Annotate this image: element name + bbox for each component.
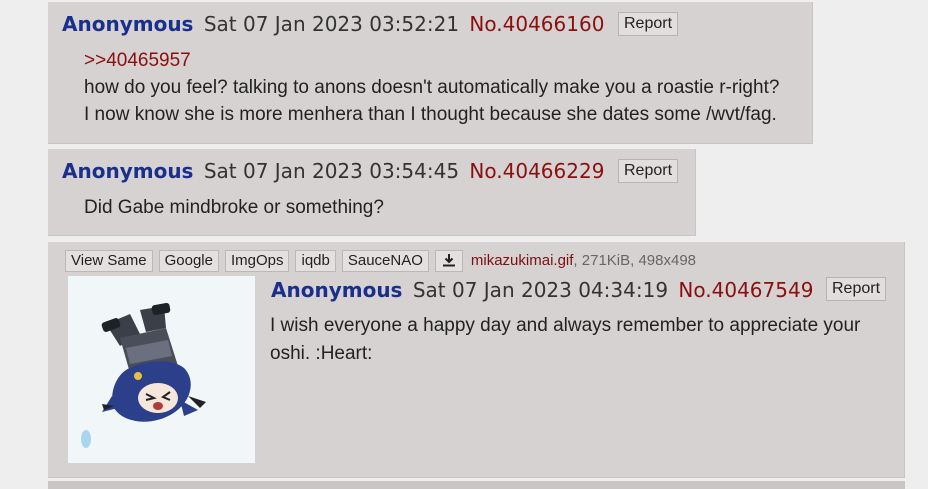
post-text-line: I now know she is more menhera than I th… <box>84 104 777 125</box>
post-number-link[interactable]: No.40467549 <box>678 278 813 302</box>
report-button[interactable]: Report <box>618 159 679 183</box>
post-body: Did Gabe mindbroke or something? <box>84 194 384 221</box>
file-thumbnail[interactable] <box>68 276 255 463</box>
post-body: >>40465957 how do you feel? talking to a… <box>84 47 779 128</box>
google-search-button[interactable]: Google <box>158 250 219 272</box>
post-header: Anonymous Sat 07 Jan 2023 03:54:45 No.40… <box>62 159 604 183</box>
file-toolbar: View Same Google ImgOps iqdb SauceNAO mikazuk… <box>65 250 696 272</box>
post-text-line: I wish everyone a happy day and always r… <box>270 315 861 364</box>
post-date: Sat 07 Jan 2023 04:34:19 <box>412 278 669 302</box>
post-header: Anonymous Sat 07 Jan 2023 04:34:19 No.40… <box>271 278 813 302</box>
file-name-link[interactable]: mikazukimai.gif <box>471 252 574 269</box>
report-button[interactable]: Report <box>618 12 679 36</box>
view-same-button[interactable]: View Same <box>65 250 153 272</box>
next-post-edge <box>48 481 905 489</box>
reply-post-with-file: View Same Google ImgOps iqdb SauceNAO mikazuk… <box>48 242 905 478</box>
post-number-link[interactable]: No.40466160 <box>469 12 604 36</box>
post-body: I wish everyone a happy day and always r… <box>270 312 890 368</box>
download-button[interactable] <box>434 250 463 272</box>
post-text-line: Did Gabe mindbroke or something? <box>84 197 384 218</box>
quote-link[interactable]: >>40465957 <box>84 47 779 74</box>
download-icon <box>442 254 455 267</box>
saucenao-button[interactable]: SauceNAO <box>341 250 429 272</box>
post-number-link[interactable]: No.40466229 <box>469 159 604 183</box>
post-header: Anonymous Sat 07 Jan 2023 03:52:21 No.40… <box>62 12 604 36</box>
anime-girl-falling-thumbnail <box>68 276 255 463</box>
file-meta: , 271KiB, 498x498 <box>573 252 697 269</box>
imgops-button[interactable]: ImgOps <box>224 250 290 272</box>
reply-post: Anonymous Sat 07 Jan 2023 03:54:45 No.40… <box>48 149 696 236</box>
iqdb-button[interactable]: iqdb <box>295 250 336 272</box>
post-date: Sat 07 Jan 2023 03:52:21 <box>203 12 460 36</box>
post-date: Sat 07 Jan 2023 03:54:45 <box>203 159 460 183</box>
poster-name: Anonymous <box>62 159 194 183</box>
report-button[interactable]: Report <box>826 277 887 301</box>
poster-name: Anonymous <box>271 278 403 302</box>
post-text-line: how do you feel? talking to anons doesn'… <box>84 77 780 98</box>
poster-name: Anonymous <box>62 12 194 36</box>
reply-post: Anonymous Sat 07 Jan 2023 03:52:21 No.40… <box>48 2 813 144</box>
